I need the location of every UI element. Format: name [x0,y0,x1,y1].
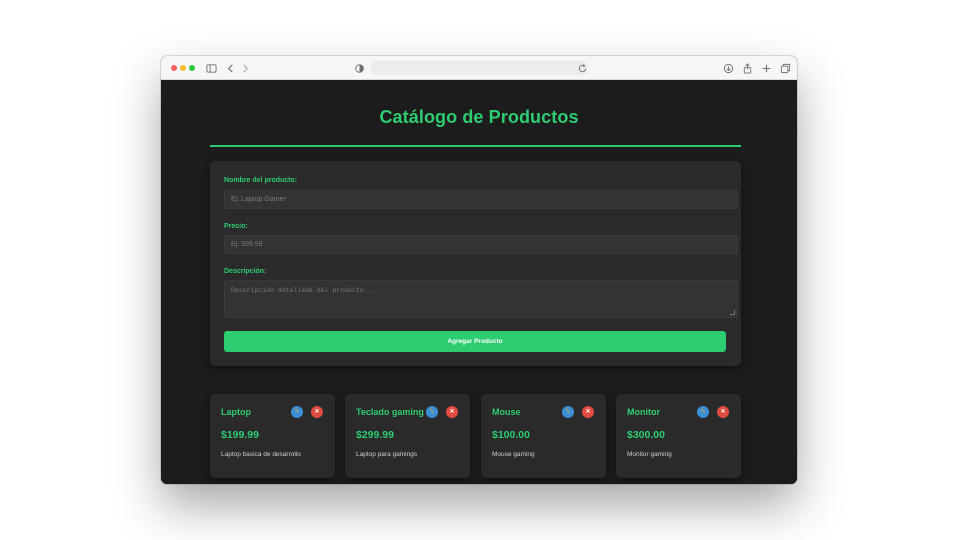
zoom-window-button[interactable] [189,65,195,71]
close-window-button[interactable] [171,65,177,71]
close-icon: ✕ [314,409,320,415]
download-icon[interactable] [721,61,735,75]
minimize-window-button[interactable] [180,65,186,71]
product-card: Teclado gaming ✎ ✕ $299.99 Laptop para g… [345,394,470,478]
product-price: $199.99 [221,429,259,441]
shield-icon[interactable] [352,61,366,75]
share-icon[interactable] [740,61,754,75]
product-price: $299.99 [356,429,394,441]
price-input-placeholder: Ej: 999.99 [231,241,263,248]
close-icon: ✕ [449,409,455,415]
product-name: Teclado gaming [356,407,424,417]
back-icon[interactable] [223,61,237,75]
close-icon: ✕ [585,409,591,415]
delete-button[interactable]: ✕ [582,406,594,418]
page-content: Catálogo de Productos Nombre del product… [161,80,797,484]
edit-button[interactable]: ✎ [697,406,709,418]
product-name: Laptop [221,407,251,417]
product-description: Mouse gaming [492,451,535,458]
name-label: Nombre del producto: [224,177,298,184]
resize-handle[interactable] [730,310,735,315]
pencil-icon: ✎ [294,409,300,415]
product-price: $100.00 [492,429,530,441]
pencil-icon: ✎ [565,409,571,415]
product-name: Mouse [492,407,521,417]
title-divider [210,145,741,147]
pencil-icon: ✎ [429,409,435,415]
product-price: $300.00 [627,429,665,441]
price-input[interactable]: Ej: 999.99 [224,235,738,254]
reload-icon[interactable] [575,61,589,75]
pencil-icon: ✎ [700,409,706,415]
edit-button[interactable]: ✎ [562,406,574,418]
product-description: Monitor gaming [627,451,672,458]
product-description: Laptop basica de desarrollo [221,451,301,458]
product-card: Monitor ✎ ✕ $300.00 Monitor gaming [616,394,741,478]
name-input[interactable]: Ej: Laptop Gamer [224,190,738,209]
sidebar-icon[interactable] [204,61,218,75]
edit-button[interactable]: ✎ [426,406,438,418]
product-card: Mouse ✎ ✕ $100.00 Mouse gaming [481,394,606,478]
tabs-overview-icon[interactable] [778,61,792,75]
forward-icon[interactable] [238,61,252,75]
description-textarea-placeholder: Descripción detallada del producto... [231,287,376,294]
browser-window: Catálogo de Productos Nombre del product… [161,56,797,484]
add-product-button[interactable]: Agregar Producto [224,331,726,352]
delete-button[interactable]: ✕ [446,406,458,418]
delete-button[interactable]: ✕ [717,406,729,418]
delete-button[interactable]: ✕ [311,406,323,418]
new-tab-icon[interactable] [759,61,773,75]
page-title: Catálogo de Productos [379,107,579,127]
edit-button[interactable]: ✎ [291,406,303,418]
product-form: Nombre del producto: Ej: Laptop Gamer Pr… [210,161,741,366]
description-textarea[interactable]: Descripción detallada del producto... [224,280,738,318]
name-input-placeholder: Ej: Laptop Gamer [231,196,286,203]
product-description: Laptop para gamings [356,451,418,458]
browser-toolbar [161,56,797,80]
price-label: Precio: [224,223,248,230]
product-list: Laptop ✎ ✕ $199.99 Laptop basica de desa… [210,394,741,478]
description-label: Descripción: [224,268,267,275]
address-bar[interactable] [371,61,587,75]
close-icon: ✕ [720,409,726,415]
product-card: Laptop ✎ ✕ $199.99 Laptop basica de desa… [210,394,335,478]
product-name: Monitor [627,407,660,417]
